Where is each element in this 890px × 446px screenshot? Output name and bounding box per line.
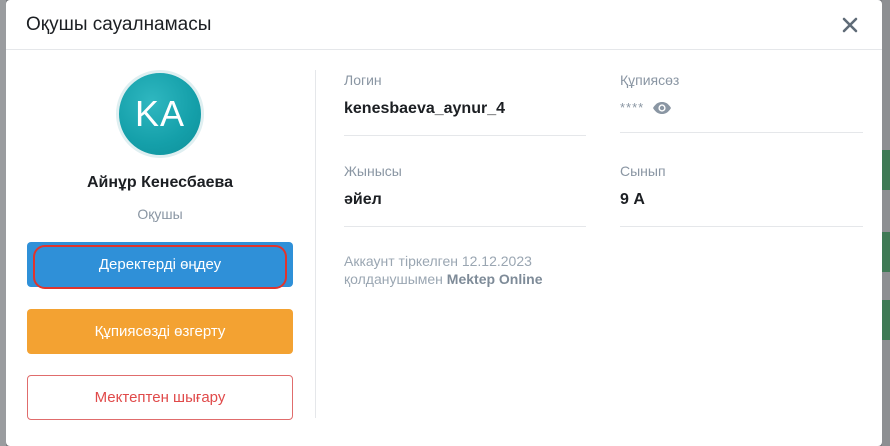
modal-title: Оқушы сауалнамасы: [26, 13, 212, 35]
gender-field: Жынысы әйел: [344, 163, 586, 227]
login-label: Логин: [344, 72, 382, 88]
password-label: Құпиясөз: [620, 72, 680, 88]
login-value: kenesbaeva_aynur_4: [344, 100, 505, 117]
column-divider: [315, 70, 316, 418]
login-field: Логин kenesbaeva_aynur_4: [344, 72, 586, 136]
account-note-line1: Аккаунт тіркелген 12.12.2023: [344, 253, 532, 269]
expel-label: Мектептен шығару: [94, 389, 226, 406]
edit-data-button[interactable]: Деректерді өңдеу: [27, 242, 293, 289]
background-green-block: [882, 232, 890, 272]
class-label: Сынып: [620, 163, 666, 179]
close-icon: [842, 17, 858, 32]
background-page-right: [882, 0, 890, 446]
gender-label: Жынысы: [344, 163, 402, 179]
field-divider: [620, 132, 863, 133]
avatar-initials: KA: [134, 93, 186, 134]
gender-value: әйел: [344, 191, 382, 208]
account-note-line2: қолданушымен Mektep Online: [344, 270, 542, 288]
expel-from-school-button[interactable]: Мектептен шығару: [27, 375, 293, 420]
profile-column: KA Айнұр Кенесбаева Оқушы Деректерді өңд…: [27, 50, 293, 420]
change-password-label: Құпиясөзді өзгерту: [94, 323, 226, 340]
user-name: Айнұр Кенесбаева: [86, 174, 234, 191]
class-value: 9 А: [620, 191, 645, 208]
field-divider: [620, 226, 863, 227]
account-registration-note: Аккаунт тіркелген 12.12.2023 қолданушыме…: [344, 252, 542, 288]
password-value-row: ****: [620, 100, 863, 115]
field-divider: [344, 226, 586, 227]
background-green-block: [882, 300, 890, 340]
avatar: KA: [116, 70, 204, 158]
close-button[interactable]: [838, 13, 862, 37]
edit-data-label: Деректерді өңдеу: [98, 256, 222, 273]
user-role: Оқушы: [137, 206, 183, 222]
password-field: Құпиясөз ****: [620, 72, 863, 133]
account-note-brand: Mektep Online: [446, 271, 543, 287]
background-green-block: [882, 150, 890, 190]
password-masked: ****: [620, 100, 645, 115]
modal-header: Оқушы сауалнамасы: [6, 0, 882, 50]
field-divider: [344, 135, 586, 136]
student-profile-modal: Оқушы сауалнамасы KA Айнұр Кенесбаева Оқ…: [6, 0, 882, 446]
eye-icon[interactable]: [652, 101, 672, 115]
account-note-prefix: қолданушымен: [344, 271, 447, 287]
class-field: Сынып 9 А: [620, 163, 863, 227]
change-password-button[interactable]: Құпиясөзді өзгерту: [27, 309, 293, 354]
